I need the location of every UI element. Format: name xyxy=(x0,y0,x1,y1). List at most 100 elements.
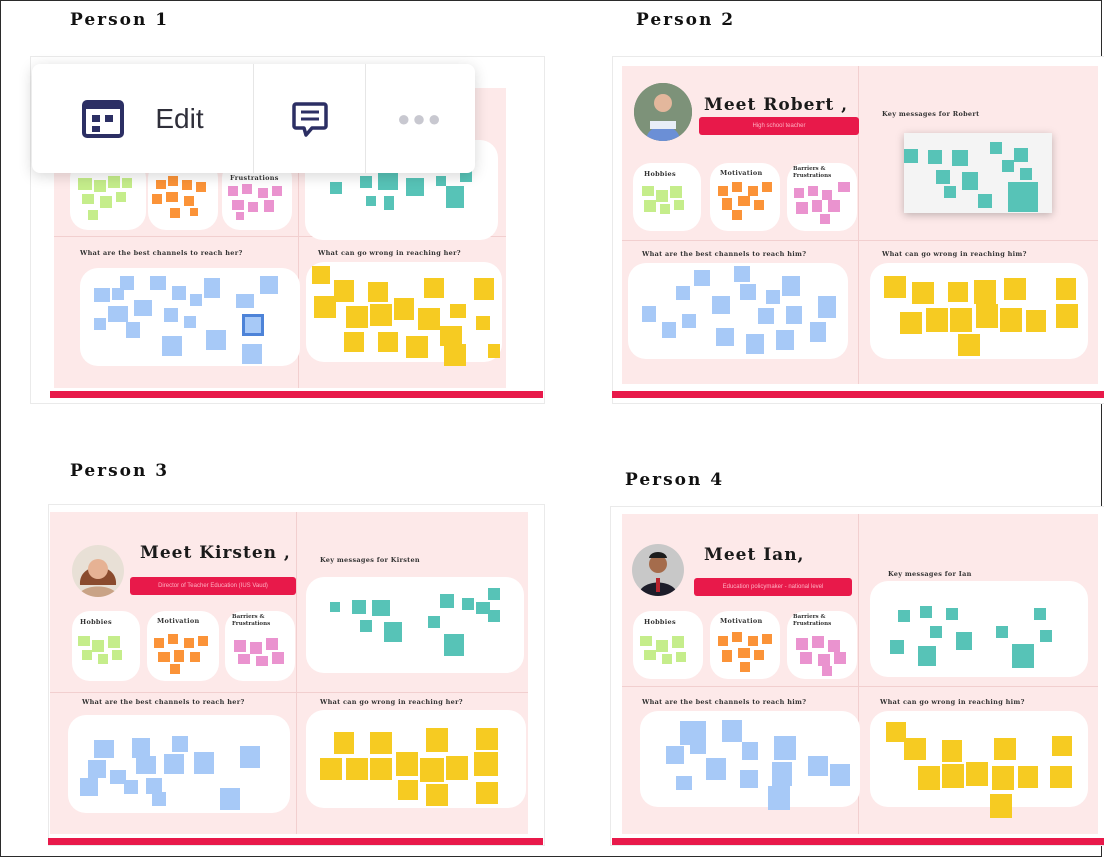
sticky-note[interactable] xyxy=(446,756,468,780)
sticky-note[interactable] xyxy=(258,188,268,198)
sticky-note[interactable] xyxy=(444,344,466,366)
sticky-note[interactable] xyxy=(156,180,166,189)
sticky-note[interactable] xyxy=(748,636,758,646)
sticky-note[interactable] xyxy=(134,300,152,316)
sticky-note[interactable] xyxy=(944,186,956,198)
sticky-note[interactable] xyxy=(996,626,1008,638)
sticky-note[interactable] xyxy=(732,182,742,192)
sticky-note[interactable] xyxy=(890,640,904,654)
sticky-note[interactable] xyxy=(428,616,440,628)
sticky-note[interactable] xyxy=(256,656,268,666)
sticky-note[interactable] xyxy=(88,760,106,778)
sticky-note[interactable] xyxy=(136,756,156,774)
sticky-note[interactable] xyxy=(174,650,184,662)
sticky-note[interactable] xyxy=(444,634,464,656)
sticky-note[interactable] xyxy=(152,194,162,204)
sticky-note[interactable] xyxy=(370,304,392,326)
sticky-note[interactable] xyxy=(232,200,244,210)
sticky-note[interactable] xyxy=(384,196,394,210)
sticky-note[interactable] xyxy=(474,752,498,776)
sticky-note[interactable] xyxy=(124,780,138,794)
sticky-note[interactable] xyxy=(1056,304,1078,328)
sticky-note[interactable] xyxy=(722,650,732,662)
sticky-note[interactable] xyxy=(164,754,184,774)
sticky-note[interactable] xyxy=(370,758,392,780)
sticky-note[interactable] xyxy=(370,732,392,754)
sticky-note[interactable] xyxy=(740,284,756,300)
sticky-note[interactable] xyxy=(1052,736,1072,756)
sticky-note[interactable] xyxy=(378,332,398,352)
sticky-note[interactable] xyxy=(718,636,728,646)
sticky-note[interactable] xyxy=(78,178,92,190)
sticky-note[interactable] xyxy=(956,632,972,650)
sticky-note[interactable] xyxy=(488,344,500,358)
sticky-note[interactable] xyxy=(1034,608,1046,620)
sticky-note[interactable] xyxy=(706,758,726,780)
sticky-note[interactable] xyxy=(272,186,282,196)
sticky-note[interactable] xyxy=(1004,278,1026,300)
sticky-note[interactable] xyxy=(990,794,1012,818)
sticky-note[interactable] xyxy=(820,214,830,224)
sticky-note[interactable] xyxy=(150,276,166,290)
sticky-note[interactable] xyxy=(488,588,500,600)
sticky-note[interactable] xyxy=(426,728,448,752)
sticky-note[interactable] xyxy=(828,200,840,212)
sticky-note[interactable] xyxy=(676,286,690,300)
sticky-note[interactable] xyxy=(164,308,178,322)
sticky-note[interactable] xyxy=(992,766,1014,790)
sticky-note[interactable] xyxy=(974,280,996,304)
sticky-note[interactable] xyxy=(886,722,906,742)
sticky-note[interactable] xyxy=(762,182,772,192)
sticky-note[interactable] xyxy=(406,178,424,196)
sticky-note[interactable] xyxy=(152,792,166,806)
sticky-note[interactable] xyxy=(920,606,932,618)
sticky-note[interactable] xyxy=(1018,766,1038,788)
sticky-note[interactable] xyxy=(976,304,998,328)
sticky-note[interactable] xyxy=(1014,148,1028,162)
sticky-note[interactable] xyxy=(738,196,750,206)
sticky-note[interactable] xyxy=(926,308,948,332)
sticky-note[interactable] xyxy=(476,316,490,330)
sticky-note[interactable] xyxy=(674,200,684,210)
sticky-note[interactable] xyxy=(808,186,818,196)
sticky-note[interactable] xyxy=(108,306,128,322)
sticky-note[interactable] xyxy=(206,330,226,350)
sticky-note[interactable] xyxy=(966,762,988,786)
sticky-note[interactable] xyxy=(822,190,832,200)
sticky-note[interactable] xyxy=(234,640,246,652)
sticky-note[interactable] xyxy=(734,266,750,282)
sticky-note[interactable] xyxy=(162,336,182,356)
sticky-note[interactable] xyxy=(900,312,922,334)
sticky-note[interactable] xyxy=(810,322,826,342)
sticky-note[interactable] xyxy=(194,752,214,774)
sticky-note[interactable] xyxy=(746,334,764,354)
sticky-note[interactable] xyxy=(690,740,706,754)
sticky-note[interactable] xyxy=(722,198,732,210)
sticky-note[interactable] xyxy=(670,186,682,198)
sticky-note[interactable] xyxy=(190,208,198,216)
sticky-note[interactable] xyxy=(158,652,170,662)
sticky-note[interactable] xyxy=(94,740,114,758)
sticky-note[interactable] xyxy=(828,640,840,652)
sticky-note[interactable] xyxy=(94,288,110,302)
sticky-note[interactable] xyxy=(812,200,822,212)
sticky-note[interactable] xyxy=(330,602,340,612)
sticky-note[interactable] xyxy=(190,294,202,306)
sticky-note[interactable] xyxy=(660,204,670,214)
sticky-note[interactable] xyxy=(722,720,742,742)
sticky-note[interactable] xyxy=(334,732,354,754)
selected-sticky-note[interactable] xyxy=(242,314,264,336)
sticky-note[interactable] xyxy=(774,736,796,760)
sticky-note[interactable] xyxy=(912,282,934,304)
sticky-note[interactable] xyxy=(642,306,656,322)
sticky-note[interactable] xyxy=(758,308,774,324)
sticky-note[interactable] xyxy=(406,336,428,358)
sticky-note[interactable] xyxy=(272,652,284,664)
sticky-note[interactable] xyxy=(78,636,90,646)
sticky-note[interactable] xyxy=(1012,644,1034,668)
sticky-note[interactable] xyxy=(794,188,804,198)
sticky-note[interactable] xyxy=(250,642,262,654)
sticky-note[interactable] xyxy=(1050,766,1072,788)
sticky-note[interactable] xyxy=(334,280,354,302)
sticky-note[interactable] xyxy=(184,638,194,648)
